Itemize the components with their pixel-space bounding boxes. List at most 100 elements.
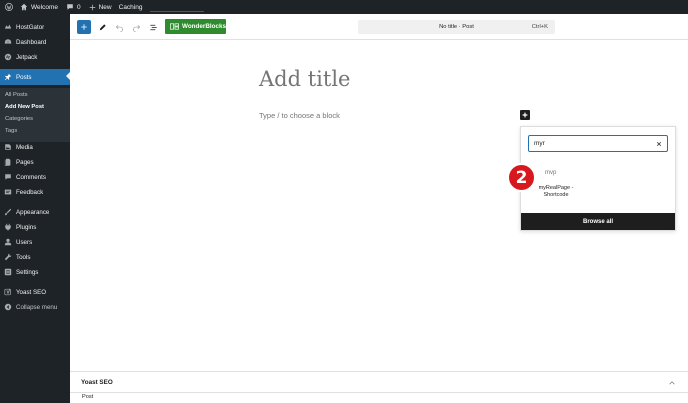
wordpress-logo[interactable] (5, 3, 13, 11)
posts-submenu: All Posts Add New Post Categories Tags (0, 88, 70, 142)
plus-icon (89, 4, 95, 10)
close-icon (656, 141, 661, 146)
pencil-icon (99, 23, 106, 30)
sidebar-item-media[interactable]: Media (0, 140, 70, 154)
block-search-box (528, 135, 668, 152)
plus-icon (522, 112, 528, 118)
browse-all-button[interactable]: Browse all (521, 213, 675, 230)
plug-icon (4, 223, 12, 231)
block-editor: WonderBlocks No title · Post Ctrl+K Add … (70, 14, 688, 403)
sidebar-item-label: Comments (16, 173, 46, 181)
sidebar-item-hostgator[interactable]: HostGator (0, 20, 70, 34)
metabox-title: Yoast SEO (81, 379, 113, 386)
sidebar-item-plugins[interactable]: Plugins (0, 220, 70, 234)
default-block-appender[interactable]: Type / to choose a block (259, 111, 340, 120)
new-label: New (98, 3, 112, 11)
clear-search-button[interactable] (654, 139, 663, 148)
wrench-icon (4, 253, 12, 261)
sidebar-item-label: Settings (16, 268, 39, 276)
settings-icon (4, 268, 12, 276)
pin-icon (4, 73, 12, 81)
sidebar-item-users[interactable]: Users (0, 235, 70, 249)
sidebar-item-label: Tools (16, 253, 31, 261)
sidebar-item-feedback[interactable]: Feedback (0, 185, 70, 199)
submenu-all-posts[interactable]: All Posts (5, 92, 28, 98)
collapse-menu-button[interactable]: Collapse menu (0, 300, 70, 314)
inline-inserter-button[interactable] (520, 110, 530, 120)
caching-link[interactable]: Caching (119, 4, 143, 11)
caching-progress-line (150, 9, 205, 12)
redo-icon (132, 24, 140, 32)
post-title-field[interactable]: Add title (259, 67, 350, 91)
site-name: Welcome (31, 3, 58, 11)
sidebar-item-yoast-seo[interactable]: Yoast SEO (0, 285, 70, 299)
wonderblocks-label: WonderBlocks (182, 23, 226, 30)
yoast-seo-metabox[interactable]: Yoast SEO (70, 371, 688, 393)
sidebar-item-tools[interactable]: Tools (0, 250, 70, 264)
submenu-categories[interactable]: Categories (5, 116, 33, 122)
sidebar-item-label: Collapse menu (16, 303, 58, 311)
comment-bubble-icon (67, 4, 73, 10)
sidebar-item-pages[interactable]: Pages (0, 155, 70, 169)
comment-icon (4, 173, 12, 181)
block-search-input[interactable] (529, 136, 654, 151)
hostgator-icon (4, 23, 12, 31)
jetpack-icon (4, 53, 12, 61)
sidebar-item-label: Appearance (16, 208, 50, 216)
comments-count: 0 (76, 3, 81, 11)
keyboard-shortcut: Ctrl+K (531, 23, 548, 30)
feedback-icon (4, 188, 12, 196)
chevron-up-icon[interactable] (668, 379, 676, 387)
site-name-link[interactable]: Welcome (20, 3, 58, 11)
editor-canvas: Add title Type / to choose a block mvp m… (70, 41, 688, 372)
sidebar-item-label: Yoast SEO (16, 288, 47, 296)
sidebar-item-label: Users (16, 238, 33, 246)
pages-icon (4, 158, 12, 166)
document-overview-button[interactable] (147, 21, 159, 33)
wordpress-icon (5, 3, 13, 11)
home-icon (20, 3, 28, 11)
command-palette-button[interactable]: No title · Post Ctrl+K (358, 20, 555, 34)
undo-button[interactable] (113, 21, 125, 33)
collapse-icon (4, 303, 12, 311)
editor-toolbar: WonderBlocks No title · Post Ctrl+K (70, 14, 688, 40)
comments-link[interactable]: 0 (66, 3, 81, 11)
sidebar-item-label: Posts (16, 73, 32, 81)
redo-button[interactable] (130, 21, 142, 33)
sidebar-item-appearance[interactable]: Appearance (0, 205, 70, 219)
media-icon (4, 143, 12, 151)
document-title: No title · Post (439, 23, 474, 30)
step-number-badge: 2 (507, 163, 536, 192)
dashboard-icon (4, 38, 12, 46)
sidebar-item-label: Jetpack (16, 53, 38, 61)
brush-icon (4, 208, 12, 216)
sidebar-item-label: Dashboard (16, 38, 47, 46)
sidebar-item-label: Pages (16, 158, 34, 166)
undo-icon (115, 24, 123, 32)
wonderblocks-icon (170, 23, 179, 30)
sidebar-item-label: Feedback (16, 188, 44, 196)
block-inserter-toggle[interactable] (77, 20, 91, 34)
caching-label: Caching (118, 3, 143, 11)
wonderblocks-button[interactable]: WonderBlocks (165, 19, 226, 34)
sidebar-item-settings[interactable]: Settings (0, 265, 70, 279)
sidebar-item-posts[interactable]: Posts (0, 69, 70, 85)
submenu-add-new-post[interactable]: Add New Post (5, 104, 44, 110)
block-breadcrumb-bar: Post (70, 393, 688, 403)
quick-inserter-popover: mvp myRealPage - Shortcode Browse all (520, 126, 676, 231)
tools-button[interactable] (96, 21, 108, 33)
sidebar-item-jetpack[interactable]: Jetpack (0, 50, 70, 64)
admin-bar: Welcome 0 New Caching (0, 0, 688, 14)
sidebar-item-comments[interactable]: Comments (0, 170, 70, 184)
new-content-link[interactable]: New (89, 4, 112, 11)
sidebar-item-dashboard[interactable]: Dashboard (0, 35, 70, 49)
submenu-tags[interactable]: Tags (5, 128, 17, 134)
list-view-icon (149, 24, 157, 30)
breadcrumb-post[interactable]: Post (82, 394, 93, 400)
user-icon (4, 238, 12, 246)
sidebar-item-label: HostGator (16, 23, 45, 31)
block-result-myrealpage-shortcode[interactable]: myRealPage - Shortcode (533, 185, 579, 199)
plus-icon (81, 24, 87, 30)
block-result-mvp[interactable]: mvp (545, 170, 556, 176)
yoast-icon (4, 288, 12, 296)
